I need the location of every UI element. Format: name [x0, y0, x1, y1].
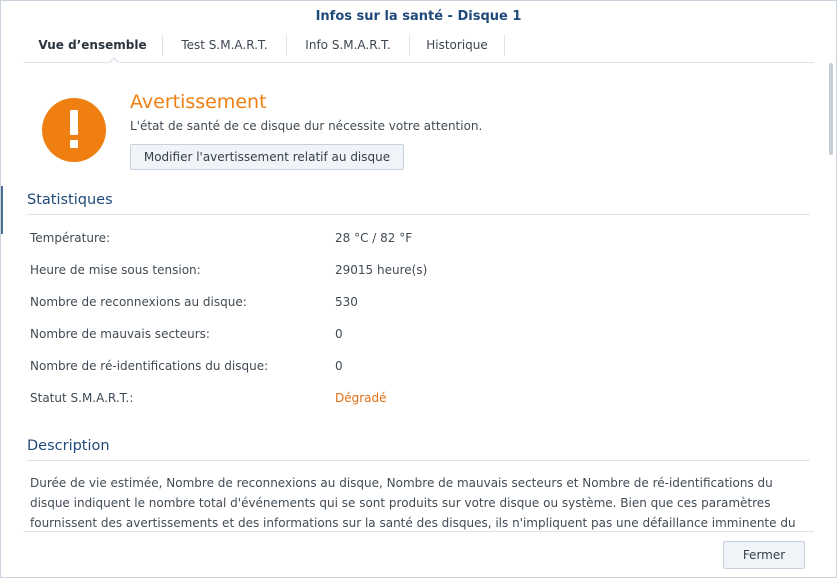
section-divider [27, 460, 810, 461]
stat-label-temperature: Température: [30, 231, 111, 245]
health-info-dialog: Infos sur la santé - Disque 1 Vue d’ense… [0, 0, 837, 578]
warning-message: L'état de santé de ce disque dur nécessi… [130, 119, 483, 133]
stat-label-smart-status: Statut S.M.A.R.T.: [30, 391, 134, 405]
stat-value-reidentifications: 0 [335, 359, 343, 373]
scroll-position-marker [1, 186, 3, 234]
section-divider [27, 214, 810, 215]
tab-smart-info[interactable]: Info S.M.A.R.T. [287, 32, 409, 61]
tab-history[interactable]: Historique [410, 32, 504, 61]
stat-value-smart-status: Dégradé [335, 391, 387, 405]
content-scrollbar[interactable] [829, 63, 833, 155]
footer-divider [23, 531, 814, 532]
overview-panel: Avertissement L'état de santé de ce disq… [23, 63, 814, 531]
exclamation-bar [70, 110, 78, 135]
tab-bar: Vue d’ensemble Test S.M.A.R.T. Info S.M.… [23, 32, 814, 64]
statistics-title: Statistiques [27, 192, 113, 208]
description-title: Description [27, 438, 110, 454]
stat-value-bad-sectors: 0 [335, 327, 343, 341]
dialog-title: Infos sur la santé - Disque 1 [315, 9, 522, 24]
tab-divider [504, 35, 505, 56]
warning-title: Avertissement [130, 91, 267, 113]
tab-overview[interactable]: Vue d’ensemble [23, 32, 162, 61]
stat-value-temperature: 28 °C / 82 °F [335, 231, 413, 245]
stat-value-reconnections: 530 [335, 295, 358, 309]
description-text: Durée de vie estimée, Nombre de reconnex… [30, 476, 796, 530]
exclamation-icon [42, 98, 106, 162]
close-button[interactable]: Fermer [723, 541, 805, 569]
stat-label-bad-sectors: Nombre de mauvais secteurs: [30, 327, 210, 341]
stat-value-power-on-hours: 29015 heure(s) [335, 263, 428, 277]
exclamation-dot [70, 140, 78, 148]
stat-label-power-on-hours: Heure de mise sous tension: [30, 263, 201, 277]
stat-label-reidentifications: Nombre de ré-identifications du disque: [30, 359, 269, 373]
stat-label-reconnections: Nombre de reconnexions au disque: [30, 295, 247, 309]
modify-warning-button[interactable]: Modifier l'avertissement relatif au disq… [130, 144, 404, 170]
tab-smart-test[interactable]: Test S.M.A.R.T. [163, 32, 286, 61]
